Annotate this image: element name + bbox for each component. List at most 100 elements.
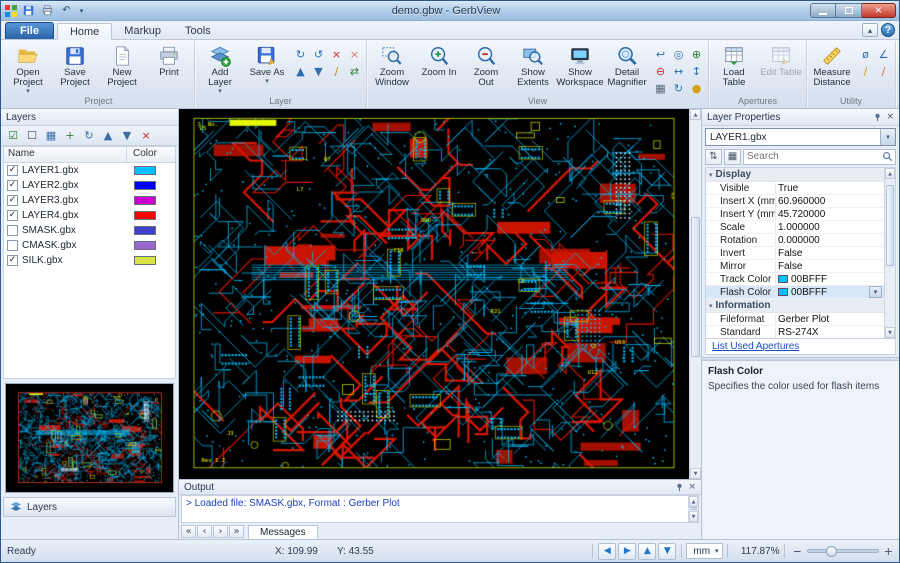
pan-vertical-icon[interactable]: ↕ bbox=[688, 63, 705, 79]
properties-scrollbar[interactable]: ▲ ▼ bbox=[884, 168, 895, 338]
check-all-layers-icon[interactable]: ☑ bbox=[4, 127, 22, 144]
property-row[interactable]: Rotation0.000000 bbox=[706, 234, 884, 247]
layer-visible-checkbox[interactable]: ✓ bbox=[7, 165, 18, 176]
property-row[interactable]: FileformatGerber Plot bbox=[706, 313, 884, 326]
pan-right-icon[interactable]: ▶ bbox=[618, 543, 636, 560]
layer-color-swatch[interactable] bbox=[134, 196, 156, 205]
zoom-out-button[interactable]: Zoom Out bbox=[463, 42, 509, 94]
layer-color-swatch[interactable] bbox=[134, 181, 156, 190]
layer-color-swatch[interactable] bbox=[134, 226, 156, 235]
add-layer-icon[interactable]: + bbox=[61, 127, 79, 144]
zoom-slider-thumb[interactable] bbox=[826, 546, 837, 557]
zoom-window-button[interactable]: Zoom Window bbox=[369, 42, 415, 94]
new-project-button[interactable]: New Project bbox=[99, 42, 145, 94]
scroll-down-icon[interactable]: ▼ bbox=[690, 468, 701, 479]
layer-color-swatch[interactable] bbox=[134, 241, 156, 250]
color-dropdown-button[interactable]: ▾ bbox=[869, 286, 882, 298]
layer-row[interactable]: ✓LAYER2.gbx bbox=[4, 178, 175, 193]
layer-visible-checkbox[interactable] bbox=[7, 225, 18, 236]
markup-pen-yellow-icon[interactable]: ∕ bbox=[857, 63, 874, 79]
zoom-slider-track[interactable] bbox=[807, 549, 879, 553]
help-button[interactable]: ? bbox=[881, 23, 895, 37]
close-button[interactable]: × bbox=[862, 3, 896, 18]
pan-up-icon[interactable]: ▲ bbox=[638, 543, 656, 560]
add-layer-button[interactable]: Add Layer ▾ bbox=[197, 42, 243, 96]
show-workspace-button[interactable]: Show Workspace bbox=[557, 42, 603, 94]
pin-icon[interactable] bbox=[675, 483, 684, 492]
markup-pen-orange-icon[interactable]: ∕ bbox=[875, 63, 892, 79]
qat-dropdown-icon[interactable]: ▾ bbox=[77, 7, 86, 15]
layer-color-swatch[interactable] bbox=[134, 211, 156, 220]
qat-save-button[interactable] bbox=[20, 3, 37, 18]
search-input[interactable] bbox=[744, 151, 882, 162]
scroll-down-icon[interactable]: ▼ bbox=[885, 327, 895, 338]
scrollbar-thumb[interactable] bbox=[886, 185, 894, 266]
column-header-color[interactable]: Color bbox=[127, 147, 175, 162]
minimize-ribbon-button[interactable]: ▴ bbox=[862, 23, 878, 37]
redraw-icon[interactable]: ↻ bbox=[670, 80, 687, 96]
property-row[interactable]: Scale1.000000 bbox=[706, 221, 884, 234]
highlight-icon[interactable]: ● bbox=[688, 80, 705, 96]
pin-icon[interactable] bbox=[873, 113, 882, 122]
scroll-down-icon[interactable]: ▼ bbox=[689, 511, 698, 522]
show-extents-button[interactable]: Show Extents bbox=[510, 42, 556, 94]
zoom-previous-icon[interactable]: ↩ bbox=[652, 46, 669, 62]
qat-undo-button[interactable]: ↶ bbox=[58, 3, 75, 18]
categorized-view-icon[interactable]: ▦ bbox=[724, 149, 741, 165]
property-row[interactable]: Insert X (mm)60.960000 bbox=[706, 195, 884, 208]
list-used-apertures-link[interactable]: List Used Apertures bbox=[712, 341, 799, 352]
scroll-up-icon[interactable]: ▲ bbox=[689, 496, 698, 507]
zoom-slider[interactable]: − + bbox=[793, 545, 893, 558]
first-page-icon[interactable]: « bbox=[181, 525, 196, 538]
overview-thumbnail[interactable] bbox=[5, 383, 174, 493]
layer-row[interactable]: SMASK.gbx bbox=[4, 223, 175, 238]
canvas-vertical-scrollbar[interactable]: ▲ ▼ bbox=[689, 109, 701, 479]
edit-layer-icon[interactable]: ∕ bbox=[328, 63, 345, 79]
scrollbar-thumb[interactable] bbox=[690, 507, 697, 509]
property-row[interactable]: VisibleTrue bbox=[706, 182, 884, 195]
measure-distance-button[interactable]: Measure Distance bbox=[809, 42, 855, 94]
grid-toggle-icon[interactable]: ▦ bbox=[652, 80, 669, 96]
property-row[interactable]: StandardRS-274X bbox=[706, 326, 884, 338]
prev-page-icon[interactable]: ‹ bbox=[197, 525, 212, 538]
maximize-button[interactable] bbox=[836, 3, 862, 18]
load-table-button[interactable]: Load Table bbox=[711, 42, 757, 94]
layer-row[interactable]: ✓SILK.gbx bbox=[4, 253, 175, 268]
layer-visible-checkbox[interactable]: ✓ bbox=[7, 195, 18, 206]
tab-messages[interactable]: Messages bbox=[248, 525, 318, 539]
layer-color-swatch[interactable] bbox=[134, 256, 156, 265]
uncheck-all-layers-icon[interactable]: ☐ bbox=[23, 127, 41, 144]
property-row[interactable]: InvertFalse bbox=[706, 247, 884, 260]
reload-layer-icon[interactable]: ↻ bbox=[292, 46, 309, 62]
layer-row[interactable]: ✓LAYER1.gbx bbox=[4, 163, 175, 178]
layer-color-swatch[interactable] bbox=[134, 166, 156, 175]
move-up-icon[interactable]: ▲ bbox=[99, 127, 117, 144]
zoom-all-icon[interactable]: ⊕ bbox=[688, 46, 705, 62]
zoom-in-button[interactable]: Zoom In bbox=[416, 42, 462, 94]
property-row[interactable]: MirrorFalse bbox=[706, 260, 884, 273]
layer-visible-checkbox[interactable]: ✓ bbox=[7, 255, 18, 266]
layer-visible-checkbox[interactable] bbox=[7, 240, 18, 251]
unload-all-layers-icon[interactable]: × bbox=[346, 46, 363, 62]
pan-down-icon[interactable]: ▼ bbox=[658, 543, 676, 560]
layers-bottom-tab[interactable]: Layers bbox=[3, 497, 176, 517]
column-header-name[interactable]: Name bbox=[4, 147, 127, 162]
close-panel-icon[interactable]: × bbox=[886, 112, 894, 122]
scroll-up-icon[interactable]: ▲ bbox=[885, 168, 895, 179]
layer-selector-combo[interactable]: LAYER1.gbx ▾ bbox=[705, 128, 896, 146]
move-down-icon[interactable]: ▼ bbox=[118, 127, 136, 144]
layer-row[interactable]: CMASK.gbx bbox=[4, 238, 175, 253]
tab-markup[interactable]: Markup bbox=[112, 22, 173, 39]
zoom-in-icon[interactable]: + bbox=[884, 545, 893, 558]
units-dropdown[interactable]: mm ▾ bbox=[686, 543, 722, 559]
chevron-down-icon[interactable]: ▾ bbox=[880, 129, 895, 145]
swap-layers-icon[interactable]: ⇄ bbox=[346, 63, 363, 79]
reload-layers-icon[interactable]: ↻ bbox=[80, 127, 98, 144]
move-layer-down-icon[interactable]: ▼ bbox=[310, 63, 327, 79]
minimize-button[interactable] bbox=[810, 3, 836, 18]
overview-canvas[interactable] bbox=[14, 390, 166, 486]
property-row[interactable]: Flash Color00BFFF▾ bbox=[706, 286, 884, 299]
gerber-viewport[interactable] bbox=[179, 109, 689, 479]
print-button[interactable]: Print bbox=[146, 42, 192, 94]
layer-row[interactable]: ✓LAYER3.gbx bbox=[4, 193, 175, 208]
